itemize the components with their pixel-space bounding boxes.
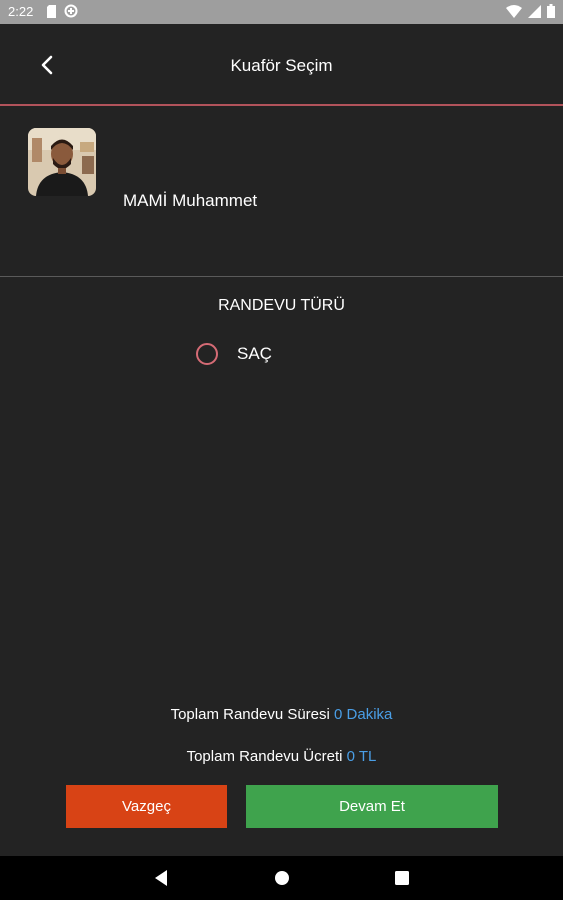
nav-recents-icon[interactable]	[393, 868, 411, 888]
battery-icon	[547, 4, 555, 18]
sd-card-icon	[47, 5, 56, 18]
navigation-bar	[0, 856, 563, 900]
avatar[interactable]	[28, 128, 96, 196]
barber-name[interactable]: MAMİ Muhammet	[123, 191, 257, 211]
total-duration-label: Toplam Randevu Süresi	[170, 706, 330, 723]
barber-card[interactable]: MAMİ Muhammet	[0, 106, 563, 276]
total-duration-value: 0 Dakika	[334, 706, 393, 723]
radio-button[interactable]	[196, 343, 218, 365]
barber-photo	[28, 128, 96, 196]
status-bar: 2:22	[0, 0, 563, 24]
total-duration: Toplam Randevu Süresi 0 Dakika	[0, 706, 563, 723]
nav-back-icon[interactable]	[152, 868, 170, 888]
appointment-option-hair[interactable]: SAÇ	[196, 343, 272, 365]
nav-home-icon[interactable]	[272, 868, 292, 888]
signal-icon	[528, 4, 541, 18]
continue-button[interactable]: Devam Et	[246, 785, 498, 828]
section-divider	[0, 276, 563, 277]
total-price-value: 0 TL	[346, 748, 377, 765]
appointment-type-title: RANDEVU TÜRÜ	[218, 297, 345, 314]
wifi-icon	[506, 4, 522, 18]
cancel-button[interactable]: Vazgeç	[66, 785, 227, 828]
appointment-option-label: SAÇ	[237, 344, 272, 363]
data-saver-icon	[64, 4, 78, 18]
status-time: 2:22	[8, 4, 34, 19]
total-price-label: Toplam Randevu Ücreti	[186, 748, 343, 765]
status-icons	[506, 4, 555, 18]
page-title: Kuaför Seçim	[230, 56, 333, 75]
toolbar: Kuaför Seçim	[0, 24, 563, 104]
total-price: Toplam Randevu Ücreti 0 TL	[0, 748, 563, 765]
